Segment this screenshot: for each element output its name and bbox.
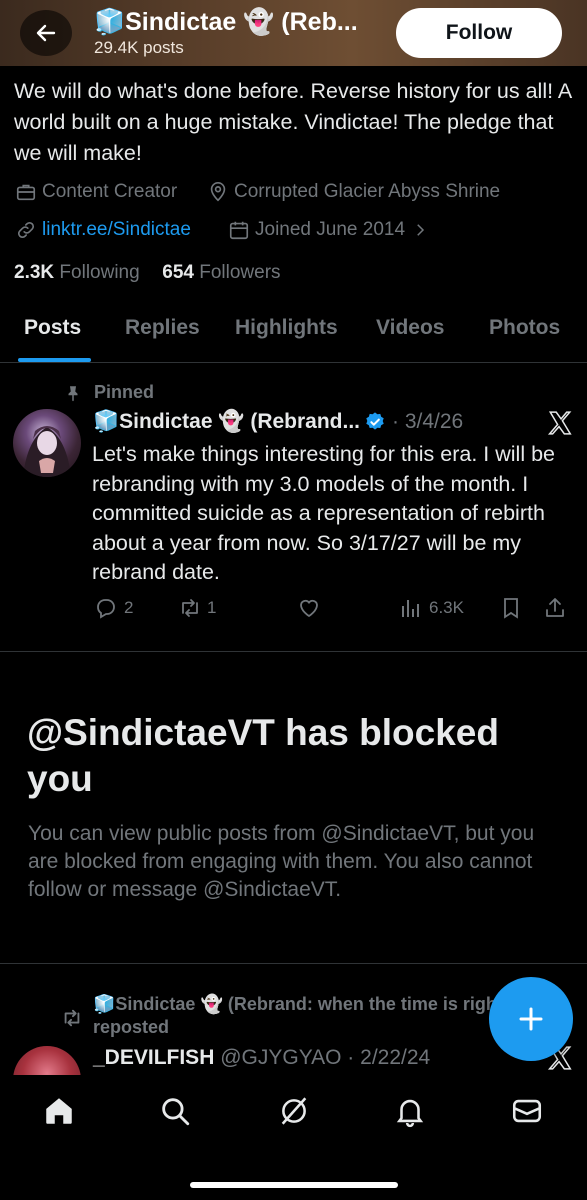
share-icon	[546, 598, 564, 617]
reply-count: 2	[124, 598, 134, 617]
repost-indicator-icon	[60, 1007, 84, 1034]
plus-icon	[519, 1007, 543, 1031]
search-icon	[162, 1098, 190, 1126]
post-author-name[interactable]: 🧊Sindictae 👻 (Rebrand...	[93, 410, 360, 434]
chevron-right-icon	[417, 224, 425, 236]
join-date-text: Joined June 2014	[255, 219, 406, 240]
followers-label: Followers	[199, 262, 281, 283]
tabs-divider	[0, 362, 587, 363]
category-text: Content Creator	[42, 181, 178, 202]
nav-grok[interactable]	[277, 1094, 311, 1133]
profile-bio: We will do what's done before. Reverse h…	[14, 79, 572, 165]
followers-count: 654	[162, 262, 194, 283]
repost-author-name[interactable]: _DEVILFISH	[93, 1046, 214, 1069]
x-logo-icon	[547, 410, 573, 441]
tab-posts[interactable]: Posts	[24, 316, 81, 340]
tab-highlights[interactable]: Highlights	[235, 316, 338, 340]
avatar[interactable]	[13, 409, 81, 477]
avatar-character-image	[23, 426, 71, 477]
repost-icon	[182, 599, 198, 617]
repost-handle-date: @GJYGYAO · 2/22/24	[214, 1046, 431, 1069]
tab-videos[interactable]: Videos	[376, 316, 444, 340]
reposted-by-label[interactable]: 🧊Sindictae 👻 (Rebrand: when the time is …	[93, 993, 513, 1039]
views-button[interactable]: 6.3K	[399, 596, 464, 620]
pinned-label: Pinned	[64, 382, 154, 403]
link-icon	[17, 221, 35, 239]
nav-notifications[interactable]	[393, 1094, 427, 1133]
tab-replies[interactable]: Replies	[125, 316, 200, 340]
blocked-divider	[0, 963, 587, 964]
post-divider	[0, 651, 587, 652]
nav-home[interactable]	[42, 1094, 76, 1133]
tab-photos[interactable]: Photos	[489, 316, 560, 340]
blocked-title: @SindictaeVT has blocked you	[27, 712, 499, 799]
bookmark-button[interactable]	[500, 596, 522, 620]
bell-icon	[396, 1099, 424, 1128]
calendar-icon	[229, 221, 249, 240]
location-text: Corrupted Glacier Abyss Shrine	[234, 181, 501, 202]
mail-icon	[512, 1099, 542, 1123]
home-icon	[46, 1098, 72, 1124]
pinned-text: Pinned	[94, 382, 155, 402]
profile-join-date[interactable]: Joined June 2014	[228, 219, 434, 241]
post-body-text: Let's make things interesting for this e…	[92, 442, 555, 584]
like-icon	[300, 599, 318, 618]
views-icon	[402, 600, 419, 617]
location-pin-icon	[210, 182, 226, 202]
following-label: Following	[59, 262, 140, 283]
home-indicator	[190, 1182, 398, 1188]
bookmark-icon	[504, 598, 518, 619]
like-button[interactable]	[297, 596, 321, 620]
post-date: · 3/4/26	[392, 410, 464, 433]
reply-icon	[97, 599, 115, 619]
following-link[interactable]: 2.3K Following	[14, 262, 140, 283]
profile-location: Corrupted Glacier Abyss Shrine	[207, 181, 500, 203]
views-count: 6.3K	[429, 598, 464, 617]
grok-icon	[281, 1097, 307, 1125]
nav-search[interactable]	[158, 1094, 192, 1133]
compose-post-button[interactable]	[489, 977, 573, 1061]
followers-link[interactable]: 654 Followers	[162, 262, 280, 283]
follow-stats: 2.3K Following 654 Followers	[14, 262, 281, 284]
header-display-name: 🧊Sindictae 👻 (Reb...	[94, 8, 358, 36]
link-text[interactable]: linktr.ee/Sindictae	[42, 219, 191, 241]
verified-badge-icon	[366, 412, 384, 430]
repost-header: _DEVILFISH @GJYGYAO · 2/22/24	[93, 1046, 430, 1070]
pin-icon	[68, 385, 78, 401]
profile-link[interactable]: linktr.ee/Sindictae	[15, 219, 191, 241]
blocked-description: You can view public posts from @Sindicta…	[28, 822, 535, 901]
repost-count: 1	[207, 598, 217, 617]
header-post-count: 29.4K posts	[94, 38, 184, 57]
back-arrow-icon	[36, 24, 56, 42]
repost-button[interactable]: 1	[177, 596, 216, 620]
briefcase-icon	[16, 184, 36, 201]
back-button[interactable]	[20, 10, 72, 56]
share-button[interactable]	[543, 596, 567, 620]
nav-messages[interactable]	[510, 1094, 544, 1133]
follow-button[interactable]: Follow	[396, 8, 562, 58]
profile-category: Content Creator	[15, 181, 177, 203]
following-count: 2.3K	[14, 262, 55, 283]
post-header: 🧊Sindictae 👻 (Rebrand... · 3/4/26	[93, 410, 463, 434]
reply-button[interactable]: 2	[94, 596, 133, 620]
